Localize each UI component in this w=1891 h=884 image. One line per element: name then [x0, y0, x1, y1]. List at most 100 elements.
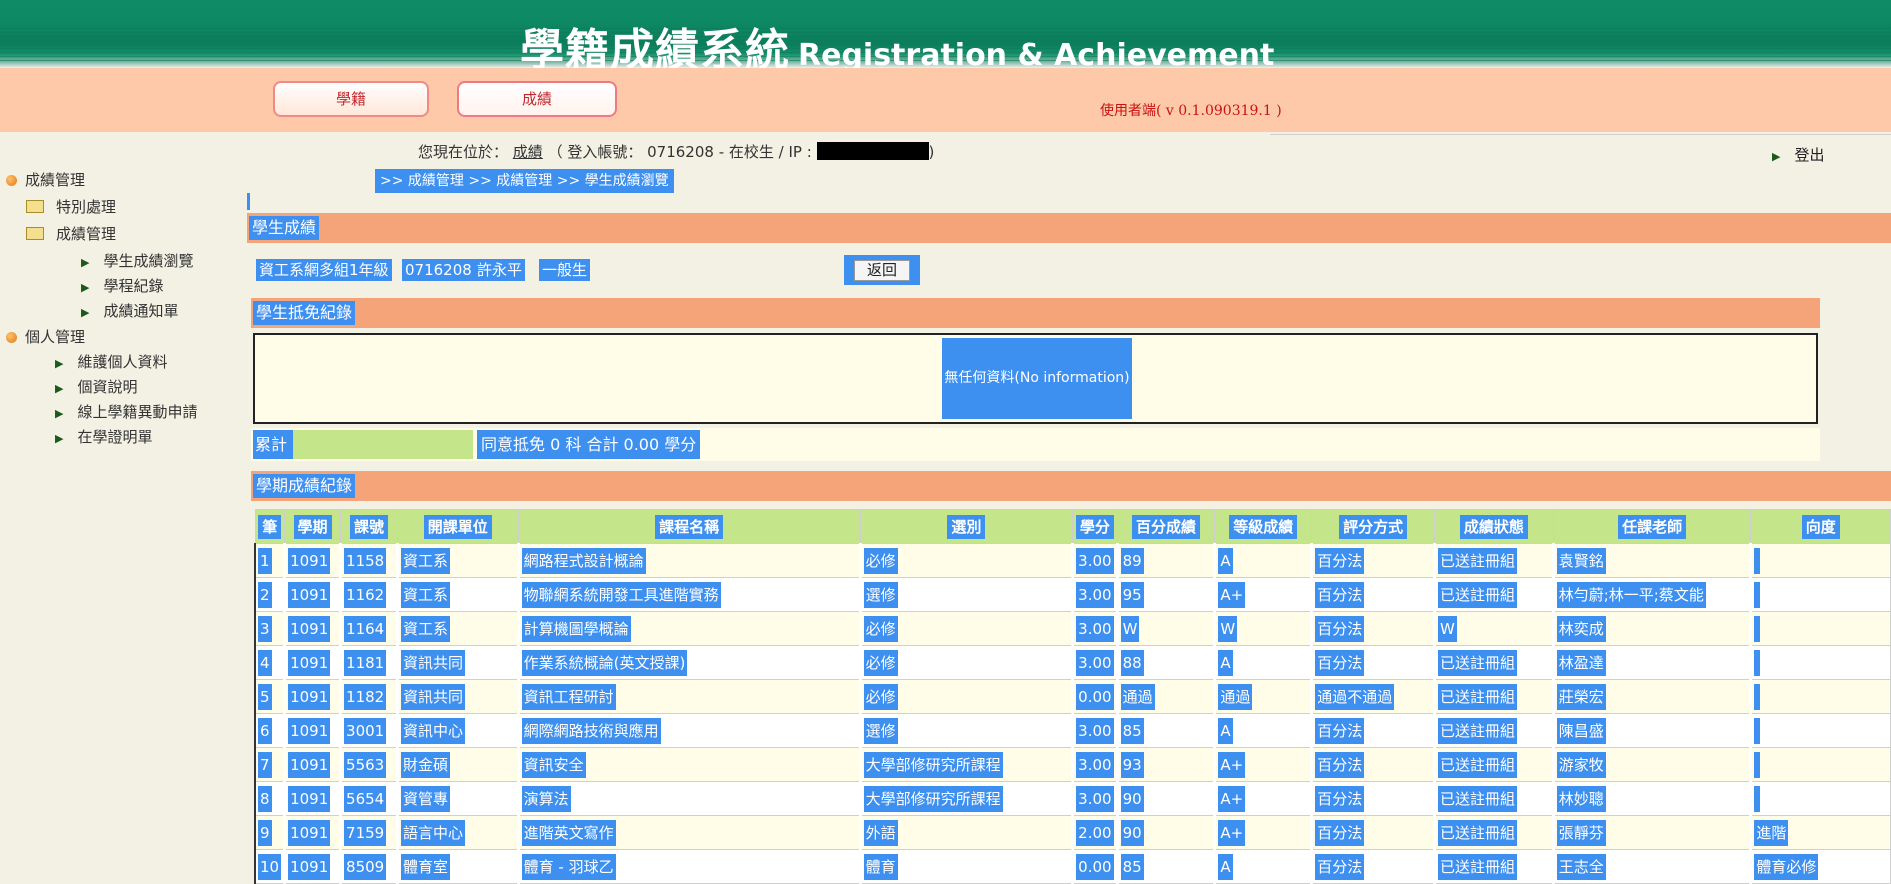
- section-title: 學期成績紀錄: [253, 474, 356, 498]
- sidebar-item-label: 維護個人資料: [77, 353, 168, 371]
- table-cell: 8509: [339, 849, 398, 884]
- table-cell: 語言中心: [395, 815, 519, 850]
- cell-value: 已送註冊組: [1437, 582, 1517, 608]
- cell-value: A: [1218, 649, 1233, 676]
- sidebar-item-personal-mgmt[interactable]: 個人管理: [6, 326, 85, 347]
- table-cell: 3: [254, 611, 286, 646]
- table-cell: 1091: [283, 543, 342, 578]
- table-cell: 通過: [1115, 679, 1216, 714]
- sidebar-item-program[interactable]: ▶ 學程紀錄: [81, 275, 163, 296]
- cell-value: 作業系統概論(英文授課): [521, 650, 688, 676]
- divider: [1270, 134, 1891, 135]
- cell-value: A+: [1218, 785, 1246, 812]
- table-cell: 10: [254, 849, 286, 884]
- table-cell: 資訊工程研討: [516, 679, 861, 714]
- table-cell: 已送註冊組: [1432, 747, 1554, 782]
- redacted-ip: [816, 142, 929, 160]
- cell-value: 3.00: [1076, 717, 1114, 744]
- sidebar-item-maintain[interactable]: ▶ 維護個人資料: [55, 351, 167, 372]
- cell-value: 93: [1120, 751, 1144, 778]
- table-cell: 百分法: [1310, 815, 1435, 850]
- cell-value: [1754, 785, 1761, 812]
- cell-value: 百分法: [1315, 582, 1365, 608]
- table-cell: 資訊共同: [395, 645, 519, 680]
- cell-value: A: [1218, 853, 1233, 880]
- sidebar-item-special[interactable]: 特別處理: [26, 196, 116, 217]
- cell-value: 5563: [344, 751, 387, 778]
- cell-value: 3: [258, 615, 272, 642]
- cell-value: 百分法: [1315, 616, 1365, 642]
- column-header: 筆: [254, 509, 286, 544]
- sidebar-item-notice[interactable]: ▶ 成績通知單: [81, 300, 178, 321]
- cell-value: 3.00: [1076, 615, 1114, 642]
- table-cell: 2.00: [1071, 815, 1118, 850]
- sidebar-item-certificate[interactable]: ▶ 在學證明單: [55, 426, 152, 447]
- cell-value: 必修: [863, 684, 898, 710]
- table-cell: 演算法: [516, 781, 861, 816]
- table-row: 7 1091 5563 財金碩 資訊安全 大學部修研究所課程 3.00 93 A+ 百分法 已送註冊…: [254, 747, 1891, 782]
- table-cell: 1: [254, 543, 286, 578]
- table-cell: 9: [254, 815, 286, 850]
- sidebar-item-label: 成績管理: [56, 225, 117, 243]
- grades-tab-button[interactable]: 成績: [457, 81, 617, 117]
- sidebar-item-browse[interactable]: ▶ 學生成績瀏覽: [81, 250, 193, 271]
- table-cell: 體育室: [395, 849, 519, 884]
- cell-value: 資訊共同: [400, 684, 465, 710]
- cell-value: 0.00: [1076, 683, 1114, 710]
- table-cell: 5563: [339, 747, 398, 782]
- sidebar-item-online-change[interactable]: ▶ 線上學籍異動申請: [55, 401, 197, 422]
- cell-value: 1091: [288, 615, 331, 642]
- table-cell: 計算機圖學概論: [516, 611, 861, 646]
- summary-label: 累計: [253, 430, 293, 459]
- back-button[interactable]: 返回: [854, 260, 910, 281]
- section-title: 學生抵免紀錄: [253, 301, 356, 325]
- table-cell: 選修: [858, 713, 1074, 748]
- table-cell: 資工系: [395, 611, 519, 646]
- table-cell: 4: [254, 645, 286, 680]
- table-row: 5 1091 1182 資訊共同 資訊工程研討 必修 0.00 通過 通過 通過不通過 已送註冊組莊…: [254, 679, 1891, 714]
- table-cell: 已送註冊組: [1432, 849, 1554, 884]
- student-type: 一般生: [539, 259, 591, 281]
- column-header: 評分方式: [1311, 509, 1435, 544]
- table-cell: 百分法: [1310, 611, 1435, 646]
- cell-value: [1754, 581, 1761, 608]
- triangle-right-icon: ▶: [81, 306, 90, 319]
- cell-value: 已送註冊組: [1437, 650, 1517, 676]
- table-cell: [1749, 543, 1891, 578]
- table-cell: W: [1115, 611, 1216, 646]
- table-cell: 資工系: [395, 577, 519, 612]
- table-cell: A+: [1213, 747, 1313, 782]
- sidebar-item-grade-mgmt-folder[interactable]: 成績管理: [26, 223, 116, 244]
- logout-link[interactable]: ▶ 登出: [1772, 144, 1824, 165]
- sidebar-item-label: 線上學籍異動申請: [77, 403, 198, 421]
- column-header: 等級成績: [1214, 509, 1313, 544]
- table-cell: [1749, 679, 1891, 714]
- cell-value: 1158: [344, 547, 387, 574]
- cell-value: 7159: [344, 819, 387, 846]
- student-name: 許永平: [474, 259, 526, 281]
- breadcrumb: >> 成績管理 >> 成績管理 >> 學生成績瀏覽: [375, 169, 674, 193]
- cursor-mark: [247, 193, 250, 210]
- cell-value: 88: [1120, 649, 1144, 676]
- cell-value: 1182: [344, 683, 387, 710]
- bullet-icon: [6, 175, 17, 186]
- cell-value: 計算機圖學概論: [521, 616, 631, 642]
- column-header: 百分成績: [1116, 509, 1216, 544]
- sidebar-item-privacy[interactable]: ▶ 個資說明: [55, 376, 137, 397]
- cell-value: 百分法: [1315, 718, 1365, 744]
- table-cell: 1164: [339, 611, 398, 646]
- registration-tab-button[interactable]: 學籍: [273, 81, 429, 117]
- table-cell: 1091: [283, 611, 342, 646]
- table-cell: 進階英文寫作: [516, 815, 861, 850]
- cell-value: 林妙聰: [1556, 786, 1606, 812]
- cell-value: 4: [258, 649, 272, 676]
- sidebar-item-grade-mgmt[interactable]: 成績管理: [6, 169, 85, 190]
- cell-value: 6: [258, 717, 272, 744]
- triangle-right-icon: ▶: [81, 256, 90, 269]
- location-link[interactable]: 成績: [513, 143, 543, 161]
- triangle-right-icon: ▶: [55, 432, 64, 445]
- triangle-right-icon: ▶: [55, 382, 64, 395]
- cell-value: 選修: [863, 582, 898, 608]
- cell-value: 體育 - 羽球乙: [521, 854, 616, 880]
- table-cell: 2: [254, 577, 286, 612]
